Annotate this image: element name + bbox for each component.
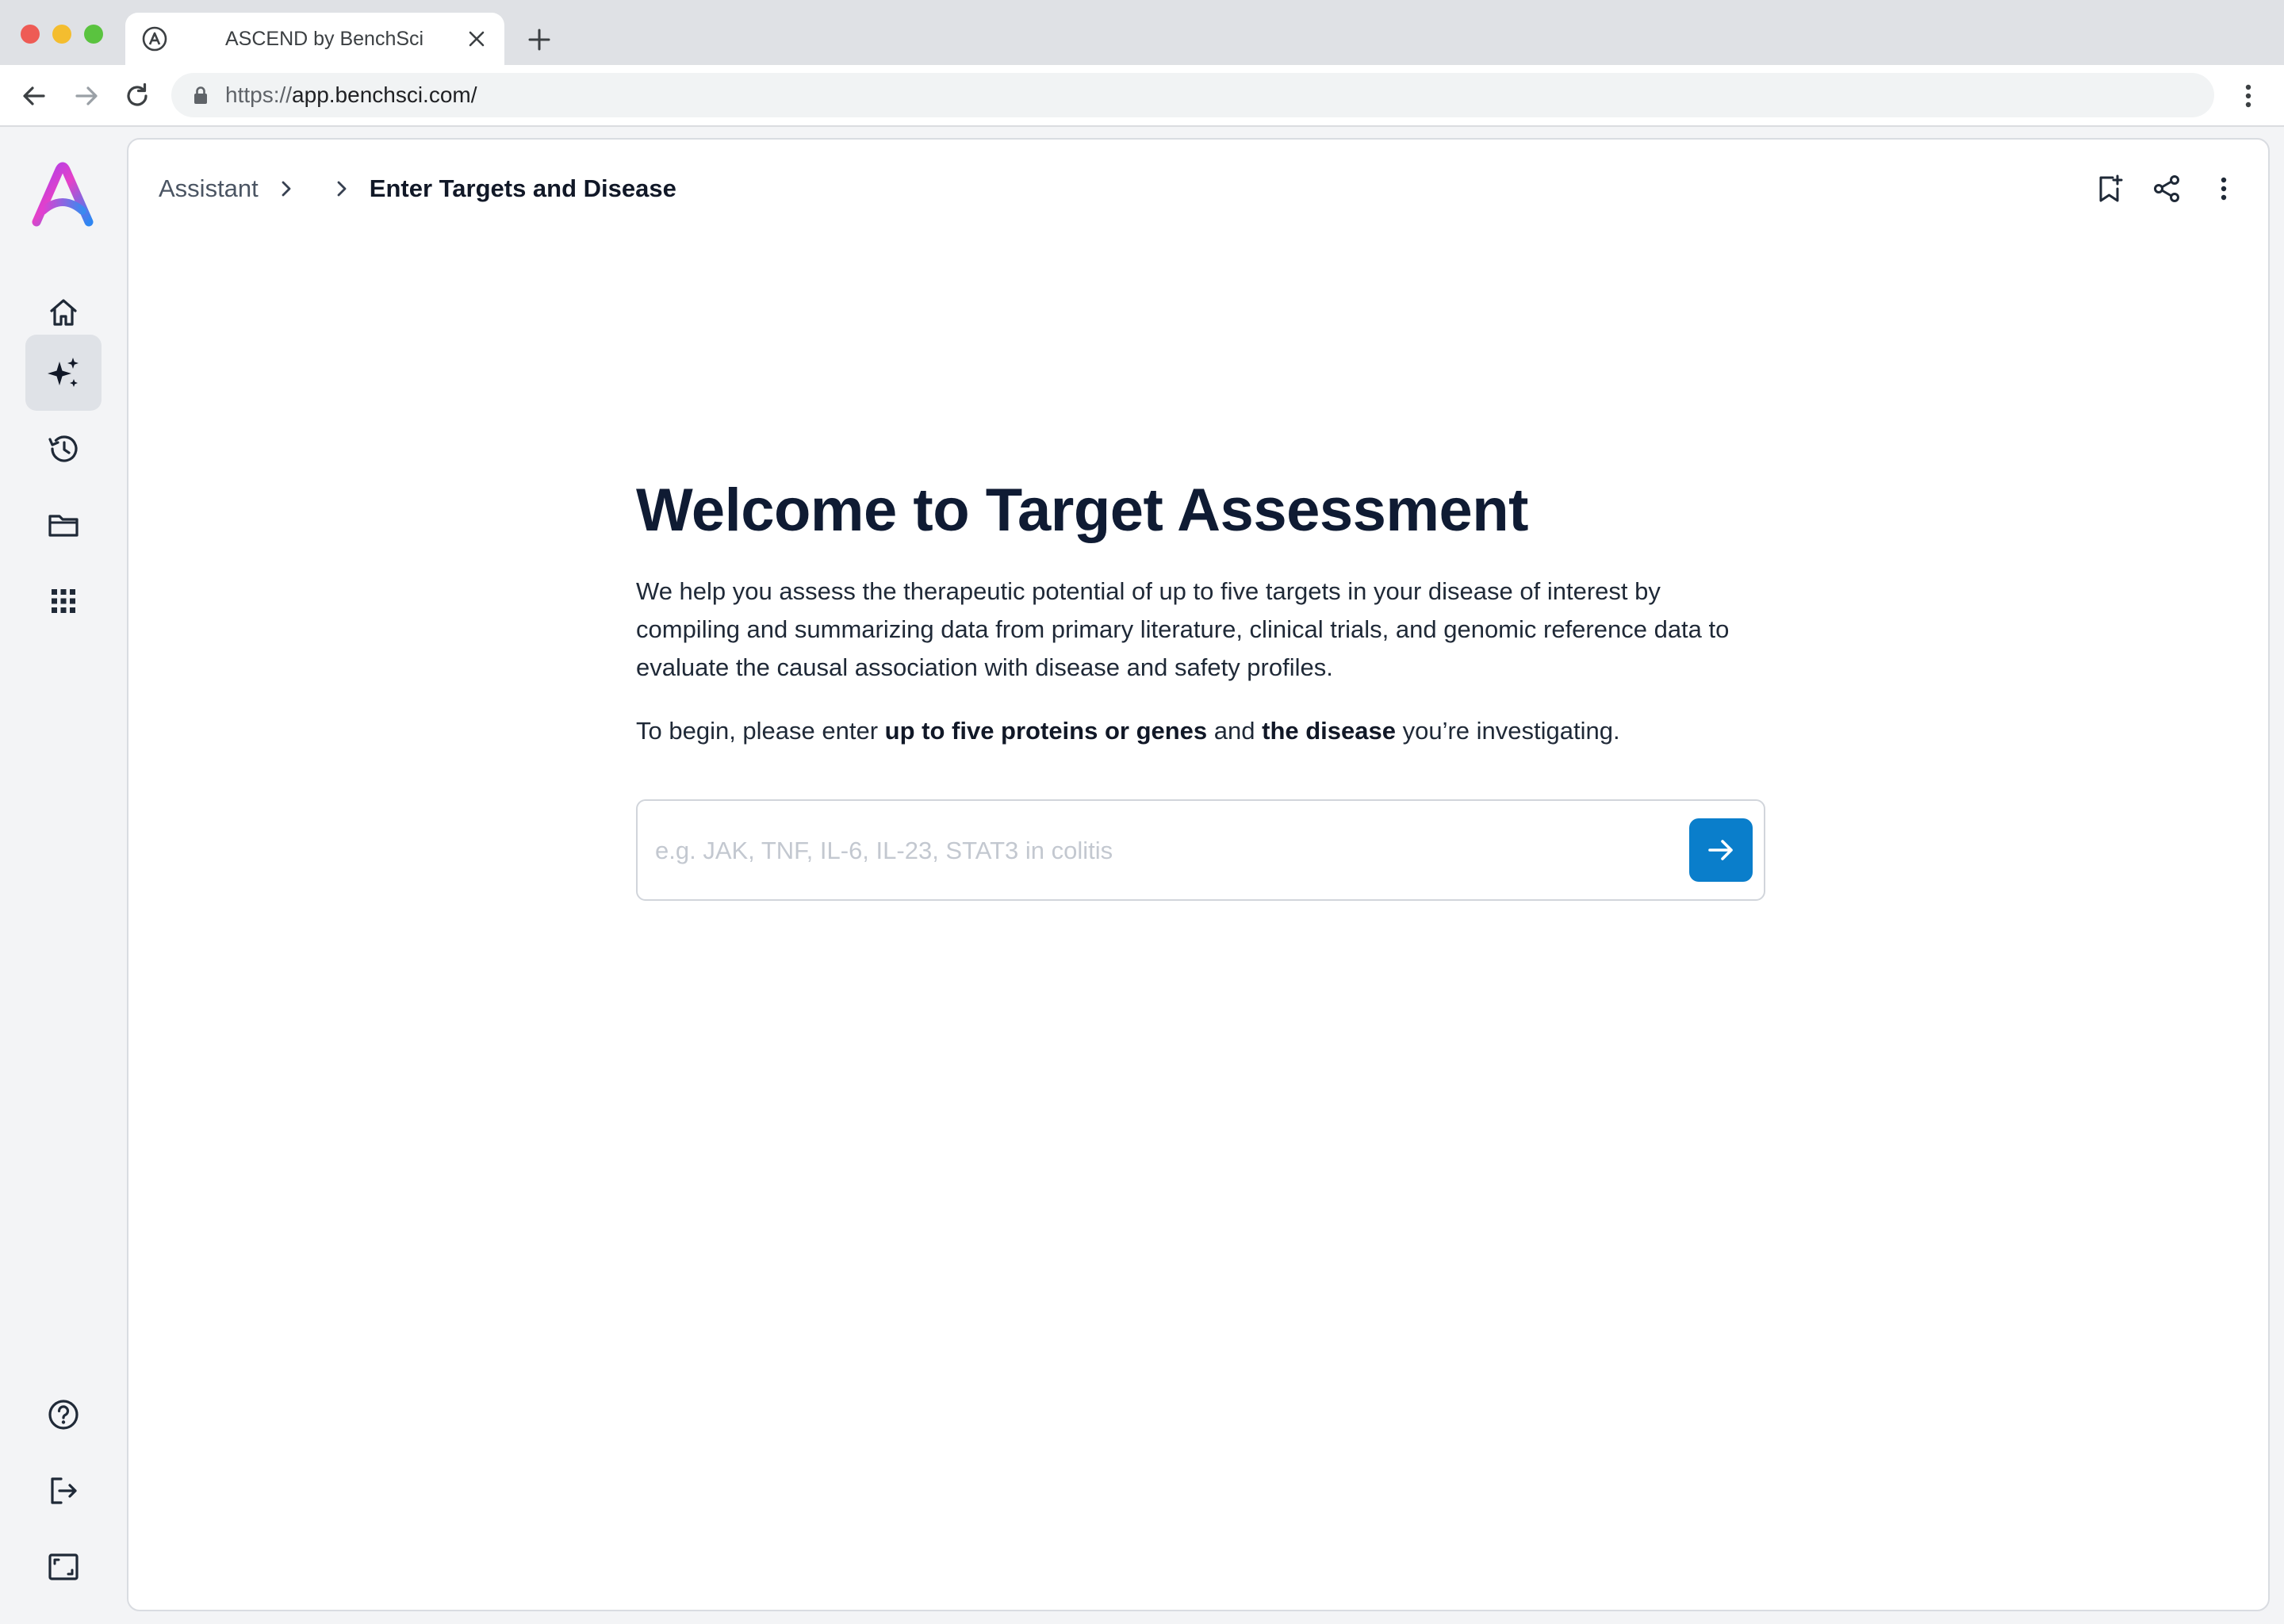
targets-disease-input[interactable] bbox=[655, 828, 1646, 874]
browser-toolbar: https://app.benchsci.com/ bbox=[0, 65, 2284, 127]
tab-title: ASCEND by BenchSci bbox=[225, 28, 424, 50]
grid-icon bbox=[52, 589, 75, 613]
chevron-right-icon bbox=[282, 181, 291, 197]
intro-description: We help you assess the therapeutic poten… bbox=[636, 577, 1730, 681]
logout-icon bbox=[51, 1477, 77, 1504]
chevron-right-icon bbox=[337, 181, 347, 197]
folder-icon bbox=[48, 515, 79, 537]
arrow-right-icon bbox=[1708, 840, 1733, 860]
lock-icon bbox=[194, 86, 207, 104]
more-options-icon[interactable] bbox=[2208, 173, 2240, 205]
sidebar-item-apps[interactable] bbox=[25, 563, 102, 639]
breadcrumb-current: Enter Targets and Disease bbox=[369, 174, 676, 202]
url-text: https://app.benchsci.com/ bbox=[225, 82, 477, 108]
ascend-favicon-icon bbox=[142, 26, 167, 52]
sidebar-item-history[interactable] bbox=[25, 411, 102, 487]
instruction-suffix: you’re investigating. bbox=[1396, 717, 1620, 745]
url-host: app.benchsci.com/ bbox=[292, 82, 477, 107]
url-scheme: https:// bbox=[225, 82, 293, 107]
targets-disease-input-box bbox=[636, 799, 1765, 901]
page-title: Welcome to Target Assessment bbox=[636, 477, 1528, 544]
close-tab-icon[interactable] bbox=[466, 29, 487, 49]
instruction-mid: and bbox=[1207, 717, 1263, 745]
browser-menu-icon[interactable] bbox=[2235, 81, 2262, 111]
window-minimize-button[interactable] bbox=[52, 25, 71, 44]
ascend-logo-icon[interactable] bbox=[29, 162, 97, 230]
share-icon[interactable] bbox=[2151, 173, 2182, 205]
breadcrumb-assistant[interactable]: Assistant bbox=[159, 173, 259, 205]
window-maximize-button[interactable] bbox=[84, 25, 103, 44]
browser-tab-bar: ASCEND by BenchSci bbox=[0, 0, 2284, 65]
submit-button[interactable] bbox=[1689, 818, 1753, 882]
welcome-section: Welcome to Target Assessment We help you… bbox=[636, 473, 1778, 750]
sidebar-item-help[interactable] bbox=[25, 1377, 102, 1453]
window-close-button[interactable] bbox=[21, 25, 40, 44]
new-tab-icon[interactable] bbox=[527, 27, 552, 52]
back-arrow-icon[interactable] bbox=[19, 81, 49, 111]
help-icon bbox=[48, 1400, 79, 1430]
instruction-prefix: To begin, please enter bbox=[636, 717, 885, 745]
sidebar-item-fullscreen[interactable] bbox=[25, 1529, 102, 1605]
sidebar-item-folders[interactable] bbox=[25, 487, 102, 563]
browser-tab[interactable]: ASCEND by BenchSci bbox=[125, 13, 504, 65]
bookmark-add-icon[interactable] bbox=[2094, 173, 2125, 205]
history-icon bbox=[48, 435, 78, 462]
address-bar[interactable]: https://app.benchsci.com/ bbox=[171, 73, 2214, 117]
breadcrumb: Assistant Enter Targets and Disease bbox=[159, 171, 676, 206]
main-panel: Assistant Enter Targets and Disease Welc… bbox=[127, 138, 2270, 1611]
sparkles-icon bbox=[48, 358, 79, 387]
fullscreen-icon bbox=[48, 1553, 79, 1580]
app-sidebar bbox=[0, 127, 127, 1624]
reload-icon[interactable] bbox=[122, 81, 152, 111]
forward-arrow-icon[interactable] bbox=[71, 81, 102, 111]
sidebar-item-logout[interactable] bbox=[25, 1453, 102, 1529]
instruction-targets-emphasis: up to five proteins or genes bbox=[884, 717, 1208, 745]
instruction-disease-emphasis: the disease bbox=[1262, 717, 1396, 745]
sidebar-item-assistant[interactable] bbox=[25, 335, 102, 411]
home-icon bbox=[50, 299, 77, 326]
instruction-text: To begin, please enter up to five protei… bbox=[636, 712, 1778, 750]
